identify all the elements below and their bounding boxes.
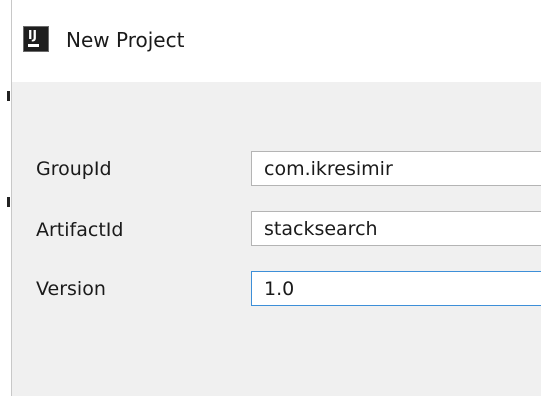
intellij-idea-icon: IJ <box>23 26 49 52</box>
groupid-input[interactable]: com.ikresimir <box>251 151 541 186</box>
artifactid-value: stacksearch <box>264 218 378 240</box>
artifactid-input[interactable]: stacksearch <box>251 211 541 246</box>
groupid-label: GroupId <box>36 158 112 180</box>
version-input[interactable]: 1.0 <box>251 271 541 306</box>
version-label: Version <box>36 278 106 300</box>
artifactid-label: ArtifactId <box>36 219 124 241</box>
window-title: New Project <box>66 28 185 52</box>
edge-mark <box>7 197 10 207</box>
groupid-value: com.ikresimir <box>264 158 393 180</box>
edge-mark <box>7 91 10 101</box>
app-icon-bar <box>28 44 39 47</box>
background-window-edge <box>0 0 12 396</box>
new-project-dialog: IJ New Project GroupId com.ikresimir Art… <box>0 0 541 396</box>
version-value: 1.0 <box>264 278 295 300</box>
app-icon-label: IJ <box>28 28 37 42</box>
